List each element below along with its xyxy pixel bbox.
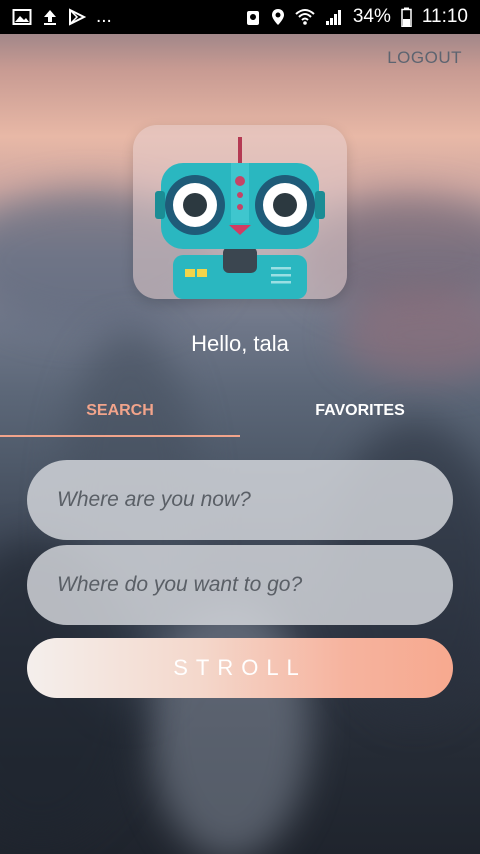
battery-percent: 34%: [352, 6, 391, 27]
logout-button[interactable]: LOGOUT: [387, 48, 462, 68]
destination-input[interactable]: [55, 572, 453, 598]
more-notifications: ...: [96, 6, 112, 27]
battery-saver-icon: [246, 11, 259, 25]
origin-input[interactable]: [55, 487, 453, 513]
robot-avatar-icon: [155, 137, 325, 299]
clock: 11:10: [421, 6, 468, 27]
stroll-button[interactable]: STROLL: [27, 638, 453, 698]
destination-field[interactable]: [27, 545, 453, 625]
play-store-notification-icon: [69, 8, 86, 26]
avatar: [133, 125, 347, 299]
status-bar: ... 34% 11:10: [0, 0, 480, 34]
active-tab-indicator: [0, 435, 240, 437]
gallery-notification-icon: [12, 9, 32, 25]
location-icon: [271, 9, 284, 25]
battery-icon: [401, 7, 412, 27]
origin-field[interactable]: [27, 460, 453, 540]
tab-favorites[interactable]: FAVORITES: [240, 385, 480, 437]
tab-search[interactable]: SEARCH: [0, 385, 240, 437]
wifi-icon: [295, 9, 315, 25]
greeting-text: Hello, tala: [191, 331, 289, 356]
signal-icon: [325, 10, 341, 25]
upload-notification-icon: [44, 10, 56, 25]
tab-bar: SEARCH FAVORITES: [0, 385, 480, 437]
